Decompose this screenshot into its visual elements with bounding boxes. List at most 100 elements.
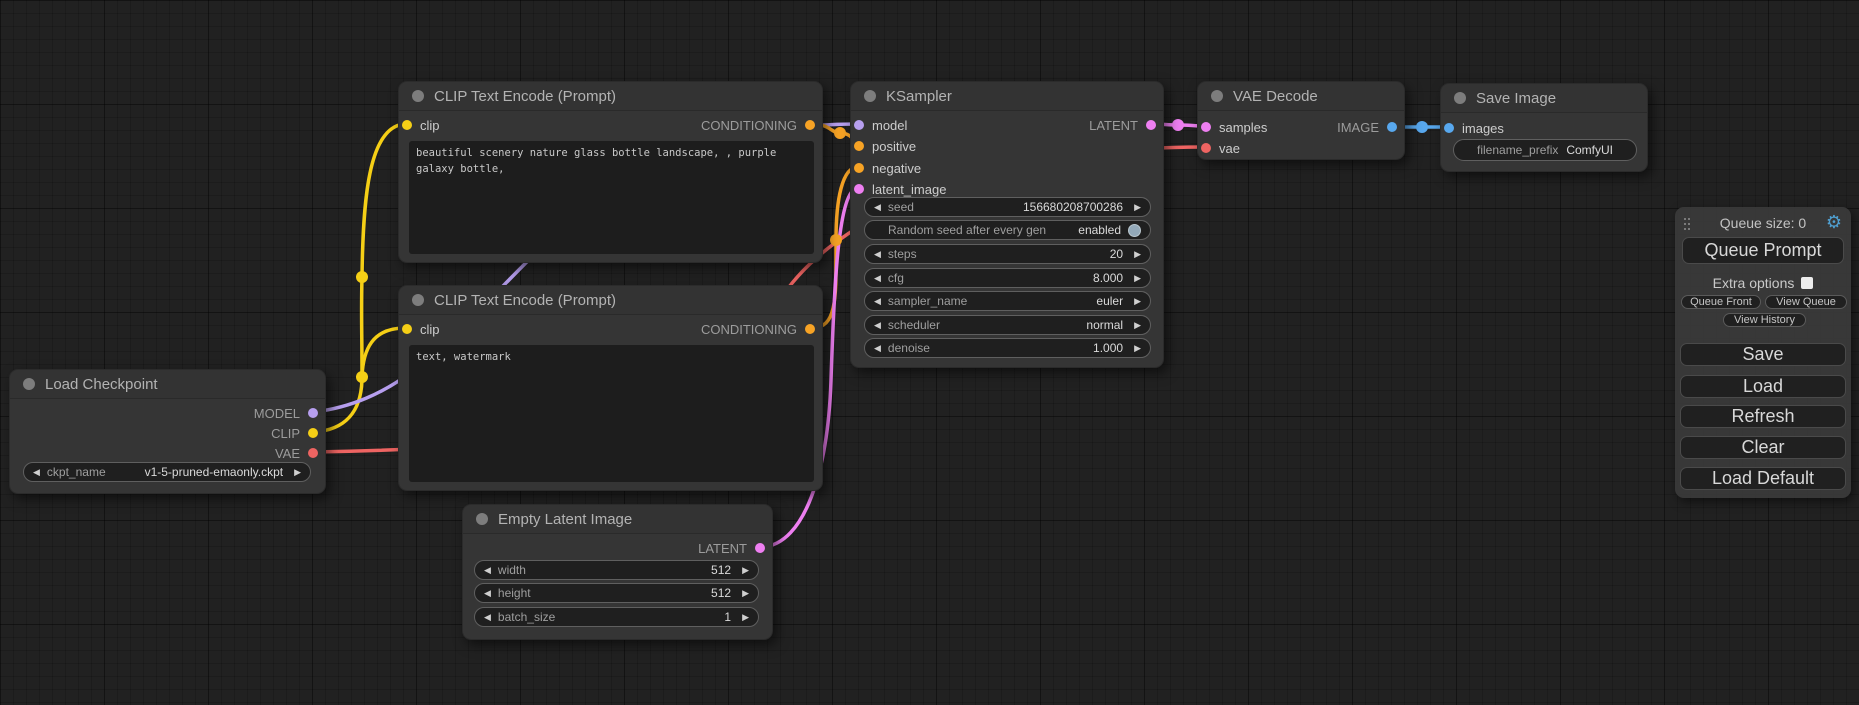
output-slot-vae[interactable]: VAE — [275, 445, 318, 461]
node-load-checkpoint[interactable]: Load Checkpoint MODEL CLIP VAE ◀ ckpt_na… — [9, 369, 326, 494]
output-slot-model[interactable]: MODEL — [254, 405, 318, 421]
increment-arrow-icon[interactable]: ▶ — [294, 468, 301, 477]
node-header[interactable]: Save Image — [1441, 84, 1647, 113]
image-slot-dot[interactable] — [1387, 122, 1397, 132]
increment-arrow-icon[interactable]: ▶ — [742, 566, 749, 575]
input-slot-images[interactable]: images — [1444, 120, 1504, 136]
image-slot-dot[interactable] — [1444, 123, 1454, 133]
filename-prefix-widget[interactable]: filename_prefix ComfyUI — [1453, 139, 1637, 161]
view-queue-button[interactable]: View Queue — [1765, 295, 1847, 309]
refresh-button[interactable]: Refresh — [1680, 405, 1846, 428]
conditioning-slot-dot[interactable] — [854, 163, 864, 173]
input-slot-clip[interactable]: clip — [402, 117, 440, 133]
clip-slot-dot[interactable] — [402, 324, 412, 334]
queue-front-button[interactable]: Queue Front — [1681, 295, 1761, 309]
clip-slot-dot[interactable] — [402, 120, 412, 130]
denoise-widget[interactable]: ◀ denoise 1.000 ▶ — [864, 338, 1151, 358]
decrement-arrow-icon[interactable]: ◀ — [874, 203, 881, 212]
negative-prompt-textarea[interactable]: text, watermark — [409, 345, 814, 482]
decrement-arrow-icon[interactable]: ◀ — [874, 250, 881, 259]
reroute-dot-negative[interactable] — [830, 234, 842, 246]
node-vae-decode[interactable]: VAE Decode samples vae IMAGE — [1197, 81, 1405, 160]
model-slot-dot[interactable] — [308, 408, 318, 418]
decrement-arrow-icon[interactable]: ◀ — [874, 344, 881, 353]
node-clip-text-encode-negative[interactable]: CLIP Text Encode (Prompt) clip CONDITION… — [398, 285, 823, 491]
random-seed-widget[interactable]: Random seed after every gen enabled — [864, 220, 1151, 240]
node-save-image[interactable]: Save Image images filename_prefix ComfyU… — [1440, 83, 1648, 172]
node-graph-canvas[interactable]: Load Checkpoint MODEL CLIP VAE ◀ ckpt_na… — [0, 0, 1859, 705]
output-slot-clip[interactable]: CLIP — [271, 425, 318, 441]
node-ksampler[interactable]: KSampler model positive negative latent_… — [850, 81, 1164, 368]
node-header[interactable]: Empty Latent Image — [463, 505, 772, 534]
decrement-arrow-icon[interactable]: ◀ — [484, 566, 491, 575]
increment-arrow-icon[interactable]: ▶ — [742, 613, 749, 622]
save-button[interactable]: Save — [1680, 343, 1846, 366]
height-widget[interactable]: ◀ height 512 ▶ — [474, 583, 759, 603]
increment-arrow-icon[interactable]: ▶ — [742, 589, 749, 598]
conditioning-slot-dot[interactable] — [805, 120, 815, 130]
clear-button[interactable]: Clear — [1680, 436, 1846, 459]
input-slot-model[interactable]: model — [854, 117, 907, 133]
output-slot-latent[interactable]: LATENT — [698, 540, 765, 556]
latent-slot-dot[interactable] — [755, 543, 765, 553]
conditioning-slot-dot[interactable] — [805, 324, 815, 334]
latent-slot-dot[interactable] — [1201, 122, 1211, 132]
decrement-arrow-icon[interactable]: ◀ — [874, 297, 881, 306]
queue-prompt-button[interactable]: Queue Prompt — [1682, 237, 1844, 264]
width-widget[interactable]: ◀ width 512 ▶ — [474, 560, 759, 580]
load-default-button[interactable]: Load Default — [1680, 467, 1846, 490]
steps-widget[interactable]: ◀ steps 20 ▶ — [864, 244, 1151, 264]
view-history-button[interactable]: View History — [1723, 313, 1806, 327]
input-slot-negative[interactable]: negative — [854, 160, 921, 176]
batch-size-widget[interactable]: ◀ batch_size 1 ▶ — [474, 607, 759, 627]
output-slot-conditioning[interactable]: CONDITIONING — [701, 321, 815, 337]
positive-prompt-textarea[interactable]: beautiful scenery nature glass bottle la… — [409, 141, 814, 254]
vae-slot-dot[interactable] — [308, 448, 318, 458]
increment-arrow-icon[interactable]: ▶ — [1134, 250, 1141, 259]
sampler-name-widget[interactable]: ◀ sampler_name euler ▶ — [864, 291, 1151, 311]
ckpt-name-widget[interactable]: ◀ ckpt_name v1-5-pruned-emaonly.ckpt ▶ — [23, 462, 311, 482]
model-slot-dot[interactable] — [854, 120, 864, 130]
input-slot-vae[interactable]: vae — [1201, 140, 1240, 156]
output-slot-conditioning[interactable]: CONDITIONING — [701, 117, 815, 133]
reroute-dot-image[interactable] — [1416, 121, 1428, 133]
increment-arrow-icon[interactable]: ▶ — [1134, 203, 1141, 212]
input-slot-positive[interactable]: positive — [854, 138, 916, 154]
reroute-dot-positive[interactable] — [834, 127, 846, 139]
input-slot-clip[interactable]: clip — [402, 321, 440, 337]
cfg-widget[interactable]: ◀ cfg 8.000 ▶ — [864, 268, 1151, 288]
toggle-on-indicator[interactable] — [1128, 224, 1141, 237]
reroute-dot-clip-upper[interactable] — [356, 271, 368, 283]
input-slot-samples[interactable]: samples — [1201, 119, 1267, 135]
decrement-arrow-icon[interactable]: ◀ — [484, 589, 491, 598]
increment-arrow-icon[interactable]: ▶ — [1134, 344, 1141, 353]
increment-arrow-icon[interactable]: ▶ — [1134, 274, 1141, 283]
clip-slot-dot[interactable] — [308, 428, 318, 438]
output-slot-latent[interactable]: LATENT — [1089, 117, 1156, 133]
decrement-arrow-icon[interactable]: ◀ — [33, 468, 40, 477]
gear-icon[interactable]: ⚙ — [1826, 212, 1842, 233]
node-header[interactable]: Load Checkpoint — [10, 370, 325, 399]
increment-arrow-icon[interactable]: ▶ — [1134, 321, 1141, 330]
decrement-arrow-icon[interactable]: ◀ — [484, 613, 491, 622]
scheduler-widget[interactable]: ◀ scheduler normal ▶ — [864, 315, 1151, 335]
input-slot-latent-image[interactable]: latent_image — [854, 181, 946, 197]
extra-options-checkbox[interactable] — [1801, 277, 1813, 289]
reroute-dot-clip-lower[interactable] — [356, 371, 368, 383]
conditioning-slot-dot[interactable] — [854, 141, 864, 151]
seed-widget[interactable]: ◀ seed 156680208700286 ▶ — [864, 197, 1151, 217]
vae-slot-dot[interactable] — [1201, 143, 1211, 153]
decrement-arrow-icon[interactable]: ◀ — [874, 321, 881, 330]
reroute-dot-latent[interactable] — [1172, 119, 1184, 131]
increment-arrow-icon[interactable]: ▶ — [1134, 297, 1141, 306]
output-slot-image[interactable]: IMAGE — [1337, 119, 1397, 135]
latent-slot-dot[interactable] — [1146, 120, 1156, 130]
load-button[interactable]: Load — [1680, 375, 1846, 398]
latent-slot-dot[interactable] — [854, 184, 864, 194]
node-header[interactable]: VAE Decode — [1198, 82, 1404, 111]
node-header[interactable]: CLIP Text Encode (Prompt) — [399, 82, 822, 111]
node-empty-latent-image[interactable]: Empty Latent Image LATENT ◀ width 512 ▶ … — [462, 504, 773, 640]
decrement-arrow-icon[interactable]: ◀ — [874, 274, 881, 283]
node-clip-text-encode-positive[interactable]: CLIP Text Encode (Prompt) clip CONDITION… — [398, 81, 823, 263]
node-header[interactable]: KSampler — [851, 82, 1163, 111]
